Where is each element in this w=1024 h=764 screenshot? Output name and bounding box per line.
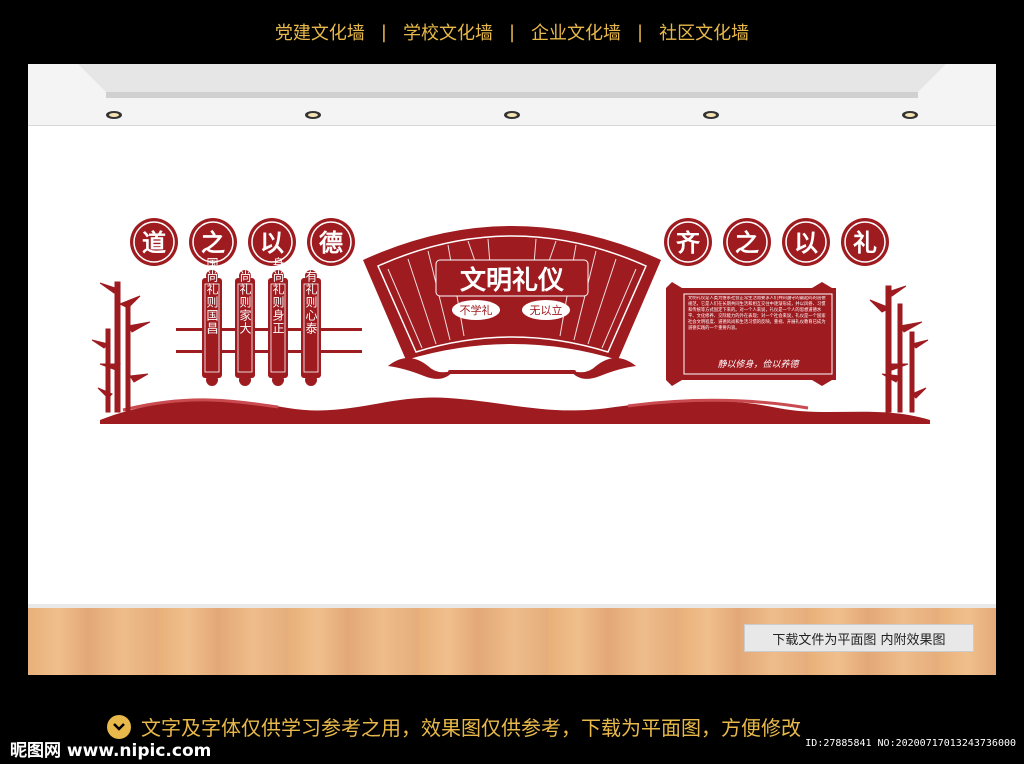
- right-circles: 齐 之 以 礼: [664, 218, 889, 266]
- scroll-text: 身尚礼则身正: [271, 256, 285, 335]
- culture-wall: 道 之 以 德 国尚礼则国昌 家尚礼则家大 身尚礼则身正 心有礼则心泰 文明礼仪…: [91, 218, 930, 424]
- room-mockup: 道 之 以 德 国尚礼则国昌 家尚礼则家大 身尚礼则身正 心有礼则心泰 文明礼仪…: [28, 64, 996, 675]
- right-circle-char: 以: [794, 228, 818, 257]
- image-id: ID:27885841 NO:20200717013243736000: [805, 738, 1016, 749]
- left-circle-char: 道: [142, 228, 166, 257]
- right-circle-char: 之: [735, 228, 759, 257]
- left-circle-char: 德: [319, 228, 343, 257]
- scrolls: 国尚礼则国昌 家尚礼则家大 身尚礼则身正 心有礼则心泰: [202, 256, 321, 386]
- download-caption: 下载文件为平面图 内附效果图: [744, 624, 974, 652]
- chevron-down-icon: [107, 714, 131, 739]
- bamboo-right-icon: [869, 285, 929, 413]
- right-circle-char: 齐: [676, 228, 701, 257]
- scroll-text: 国尚礼则国昌: [205, 257, 219, 335]
- site-logo[interactable]: 昵图网 www.nipic.com: [10, 736, 211, 761]
- nav-enterprise-wall[interactable]: 企业文化墙: [515, 19, 637, 45]
- right-circle-char: 礼: [853, 228, 877, 257]
- top-nav: 党建文化墙 | 学校文化墙 | 企业文化墙 | 社区文化墙: [0, 0, 1024, 64]
- nav-party-wall[interactable]: 党建文化墙: [259, 19, 381, 45]
- plaque-body: 文明礼仪是人类为维系社会正常生活而要求人们共同遵守的最起码的道德规范，它是人们在…: [688, 296, 826, 331]
- scroll-text: 家尚礼则家大: [238, 256, 252, 335]
- scroll-text: 心有礼则心泰: [304, 257, 318, 335]
- fan-panel: 文明礼仪 不学礼 无以立: [363, 226, 661, 379]
- fan-subtitle-left: 不学礼: [460, 303, 493, 317]
- left-circle-char: 之: [201, 228, 225, 257]
- fan-title: 文明礼仪: [460, 265, 565, 296]
- plaque-motto: 静以修身，俭以养德: [717, 359, 800, 370]
- notice-text: 文字及字体仅供学习参考之用，效果图仅供参考，下载为平面图，方便修改: [141, 716, 801, 740]
- left-circle-char: 以: [260, 228, 284, 257]
- nav-community-wall[interactable]: 社区文化墙: [643, 19, 765, 45]
- nav-school-wall[interactable]: 学校文化墙: [387, 19, 509, 45]
- fan-subtitle-right: 无以立: [530, 303, 563, 317]
- bamboo-left-icon: [91, 281, 151, 413]
